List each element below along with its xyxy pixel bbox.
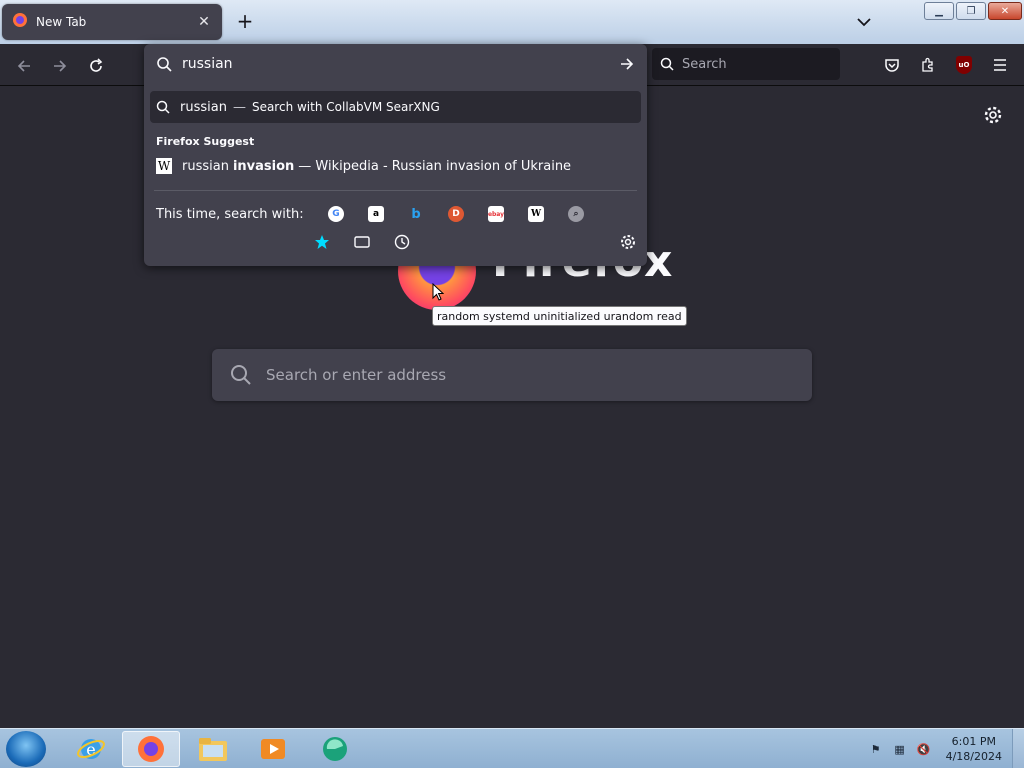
urlbar-input[interactable]: russian	[144, 44, 647, 84]
bing-icon: b	[411, 206, 421, 222]
back-arrow-icon	[17, 60, 30, 72]
duckduckgo-icon: D	[448, 206, 464, 222]
app-menu-button[interactable]	[987, 52, 1013, 78]
ublock-origin-icon: uO	[956, 56, 972, 74]
clock-icon	[394, 234, 410, 250]
one-off-search-row: This time, search with: G a b D ebay W ⌕	[144, 199, 647, 229]
forward-button[interactable]	[46, 52, 74, 80]
toolbar-search-placeholder: Search	[682, 56, 727, 72]
bookmarks-mode-button[interactable]	[302, 230, 342, 254]
searxng-engine-button[interactable]: ⌕	[556, 202, 596, 226]
pocket-button[interactable]	[879, 52, 905, 78]
taskbar-file-explorer[interactable]	[184, 731, 242, 767]
reload-icon	[90, 58, 103, 72]
search-icon	[157, 57, 172, 72]
network-icon[interactable]: ▦	[891, 741, 909, 757]
reload-button[interactable]	[82, 52, 110, 80]
action-center-flag-icon[interactable]: ⚑	[867, 741, 885, 757]
volume-muted-icon[interactable]: 🔇	[915, 741, 933, 757]
wikipedia-icon: W	[528, 206, 544, 222]
search-settings-button[interactable]	[619, 233, 637, 251]
wikipedia-engine-button[interactable]: W	[516, 202, 556, 226]
amazon-icon: a	[368, 206, 384, 222]
start-button[interactable]	[6, 731, 46, 767]
mouse-cursor-icon	[432, 283, 444, 301]
google-engine-button[interactable]: G	[316, 202, 356, 226]
tabs-mode-button[interactable]	[342, 230, 382, 254]
internet-explorer-icon: e	[77, 739, 105, 759]
wiki-suggestion-prefix: russian	[182, 158, 229, 174]
gear-icon	[621, 235, 635, 249]
clock-time: 6:01 PM	[951, 735, 996, 748]
history-mode-button[interactable]	[382, 230, 422, 254]
search-icon	[156, 100, 170, 114]
chevron-down-icon	[857, 18, 871, 27]
pocket-icon	[885, 59, 899, 72]
tab-strip: New Tab ✕ + ▁ ❐ ✕	[0, 0, 1024, 44]
search-icon	[231, 365, 251, 385]
urlbar-value: russian	[182, 56, 233, 72]
suggestion-separator: —	[232, 99, 246, 115]
taskbar-app[interactable]	[306, 731, 364, 767]
ebay-icon: ebay	[488, 206, 504, 222]
search-icon	[660, 57, 674, 71]
close-window-button[interactable]: ✕	[988, 2, 1022, 20]
firefox-icon	[138, 736, 164, 762]
toolbar-search-input[interactable]: Search	[652, 48, 840, 80]
amazon-engine-button[interactable]: a	[356, 202, 396, 226]
taskbar-firefox[interactable]	[122, 731, 180, 767]
extensions-button[interactable]	[915, 52, 941, 78]
folder-icon	[199, 738, 227, 761]
wiki-suggestion-rest: — Wikipedia - Russian invasion of Ukrain…	[298, 158, 572, 174]
restore-button[interactable]: ❐	[956, 2, 986, 20]
google-icon: G	[328, 206, 344, 222]
list-all-tabs-button[interactable]	[852, 10, 876, 34]
clock[interactable]: 6:01 PM 4/18/2024	[946, 734, 1002, 764]
window-controls: ▁ ❐ ✕	[924, 2, 1022, 20]
tooltip: random systemd uninitialized urandom rea…	[432, 306, 687, 326]
windows-taskbar: e ⚑ ▦ 🔇 6:01 PM 4/18/2024	[0, 728, 1024, 768]
divider	[154, 190, 637, 191]
star-icon	[315, 235, 329, 249]
page-search-placeholder: Search or enter address	[266, 366, 447, 384]
taskbar-internet-explorer[interactable]: e	[62, 731, 120, 767]
ebay-engine-button[interactable]: ebay	[476, 202, 516, 226]
media-player-icon	[261, 739, 285, 759]
searxng-icon: ⌕	[568, 206, 584, 222]
taskbar-media-player[interactable]	[244, 731, 302, 767]
go-arrow-icon[interactable]	[619, 56, 635, 72]
puzzle-icon	[922, 57, 933, 72]
back-button[interactable]	[10, 52, 38, 80]
gear-icon	[984, 106, 1002, 124]
tab-close-button[interactable]: ✕	[196, 14, 212, 30]
tab-icon	[354, 236, 370, 248]
page-search-input[interactable]: Search or enter address	[212, 349, 812, 401]
search-suggestion-row[interactable]: russian — Search with CollabVM SearXNG	[150, 91, 641, 123]
bing-engine-button[interactable]: b	[396, 202, 436, 226]
wiki-suggestion-bold: invasion	[232, 158, 295, 174]
suggestion-action: Search with CollabVM SearXNG	[251, 100, 440, 114]
search-mode-row	[144, 229, 647, 255]
forward-arrow-icon	[54, 60, 67, 72]
tab-title: New Tab	[36, 15, 87, 29]
clock-date: 4/18/2024	[945, 750, 1002, 763]
minimize-button[interactable]: ▁	[924, 2, 954, 20]
firefox-suggest-label: Firefox Suggest	[156, 135, 255, 148]
system-tray: ⚑ ▦ 🔇 6:01 PM 4/18/2024	[864, 729, 1024, 768]
duckduckgo-engine-button[interactable]: D	[436, 202, 476, 226]
ublock-origin-button[interactable]: uO	[951, 52, 977, 78]
tab-new-tab[interactable]: New Tab ✕	[2, 4, 222, 40]
personalize-settings-button[interactable]	[982, 104, 1004, 126]
app-icon	[323, 737, 347, 761]
new-tab-button[interactable]: +	[232, 8, 258, 34]
wikipedia-icon: W	[156, 158, 172, 174]
one-off-label: This time, search with:	[156, 206, 304, 222]
firefox-icon	[12, 12, 28, 32]
suggestion-query: russian	[180, 99, 227, 115]
urlbar-popup: russian russian — Search with CollabVM S…	[144, 44, 647, 266]
show-desktop-button[interactable]	[1012, 729, 1024, 768]
hamburger-menu-icon	[994, 59, 1006, 71]
wikipedia-suggestion-row[interactable]: W russian invasion — Wikipedia - Russian…	[150, 150, 641, 182]
